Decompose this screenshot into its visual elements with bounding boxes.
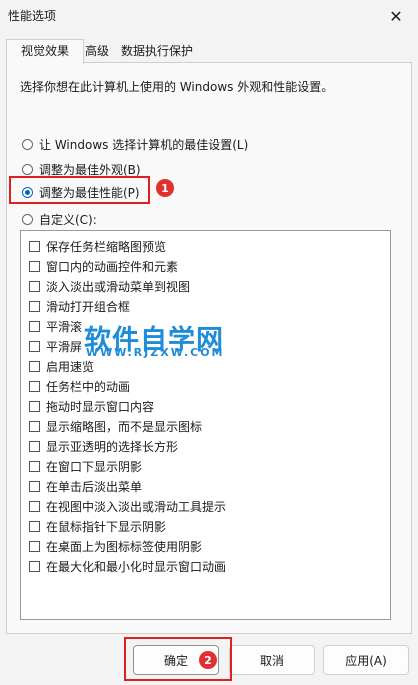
list-item[interactable]: 在最大化和最小化时显示窗口动画: [29, 557, 226, 575]
title-bar: 性能选项 ✕: [0, 0, 418, 32]
annotation-highlight-best-performance: [9, 176, 150, 204]
tab-visual-effects[interactable]: 视觉效果: [6, 39, 84, 64]
list-item[interactable]: 显示亚透明的选择长方形: [29, 437, 178, 455]
checkbox[interactable]: [29, 500, 40, 512]
effects-list[interactable]: 保存任务栏缩略图预览 窗口内的动画控件和元素 淡入淡出或滑动菜单到视图 滑动打开…: [20, 230, 391, 620]
list-item[interactable]: 淡入淡出或滑动菜单到视图: [29, 277, 190, 295]
checkbox[interactable]: [29, 420, 40, 432]
checkbox[interactable]: [29, 320, 40, 332]
close-button[interactable]: ✕: [374, 0, 418, 32]
list-item-label: 任务栏中的动画: [46, 379, 131, 394]
list-item[interactable]: 在视图中淡入淡出或滑动工具提示: [29, 497, 226, 515]
checkbox[interactable]: [29, 360, 40, 372]
list-item-label: 在最大化和最小化时显示窗口动画: [46, 559, 227, 574]
list-item-label: 窗口内的动画控件和元素: [46, 259, 179, 274]
checkbox[interactable]: [29, 260, 40, 272]
radio-custom[interactable]: 自定义(C):: [22, 211, 97, 228]
radio-label: 让 Windows 选择计算机的最佳设置(L): [39, 138, 249, 152]
list-item[interactable]: 显示缩略图，而不是显示图标: [29, 417, 202, 435]
list-item[interactable]: 平滑滚: [29, 317, 82, 335]
radio-label: 自定义(C):: [39, 213, 97, 227]
radio-button[interactable]: [22, 214, 33, 225]
list-item-label: 在视图中淡入淡出或滑动工具提示: [46, 499, 227, 514]
cancel-button[interactable]: 取消: [229, 645, 315, 675]
list-item[interactable]: 窗口内的动画控件和元素: [29, 257, 178, 275]
list-item[interactable]: 启用速览: [29, 357, 94, 375]
list-item[interactable]: 保存任务栏缩略图预览: [29, 237, 166, 255]
close-icon: ✕: [389, 6, 403, 26]
apply-label: 应用(A): [345, 653, 387, 668]
cancel-label: 取消: [259, 653, 284, 668]
list-item[interactable]: 拖动时显示窗口内容: [29, 397, 154, 415]
annotation-badge-2: 2: [199, 651, 217, 669]
watermark-url: WWW.RJZXW.COM: [86, 346, 225, 359]
checkbox[interactable]: [29, 380, 40, 392]
list-item-label: 拖动时显示窗口内容: [46, 399, 155, 414]
tab-dep[interactable]: 数据执行保护: [115, 40, 199, 62]
radio-let-windows-choose[interactable]: 让 Windows 选择计算机的最佳设置(L): [22, 136, 248, 153]
list-item-label: 滑动打开组合框: [46, 299, 131, 314]
list-item[interactable]: 任务栏中的动画: [29, 377, 130, 395]
checkbox[interactable]: [29, 560, 40, 572]
list-item-label: 启用速览: [46, 359, 95, 374]
list-item-label: 显示缩略图，而不是显示图标: [46, 419, 203, 434]
list-item-label: 在桌面上为图标标签使用阴影: [46, 539, 203, 554]
checkbox[interactable]: [29, 520, 40, 532]
checkbox[interactable]: [29, 240, 40, 252]
list-item-label: 平滑滚: [46, 319, 83, 334]
annotation-badge-1: 1: [156, 179, 174, 197]
list-item[interactable]: 平滑屏: [29, 337, 82, 355]
checkbox[interactable]: [29, 540, 40, 552]
list-item-label: 在鼠标指针下显示阴影: [46, 519, 167, 534]
list-item-label: 平滑屏: [46, 339, 83, 354]
checkbox[interactable]: [29, 280, 40, 292]
checkbox[interactable]: [29, 400, 40, 412]
list-item-label: 在单击后淡出菜单: [46, 479, 143, 494]
checkbox[interactable]: [29, 440, 40, 452]
radio-button[interactable]: [22, 139, 33, 150]
description-text: 选择你想在此计算机上使用的 Windows 外观和性能设置。: [20, 80, 334, 94]
list-item-label: 淡入淡出或滑动菜单到视图: [46, 279, 191, 294]
window-title: 性能选项: [8, 9, 57, 23]
list-item-label: 保存任务栏缩略图预览: [46, 239, 167, 254]
list-item[interactable]: 在单击后淡出菜单: [29, 477, 142, 495]
checkbox[interactable]: [29, 300, 40, 312]
checkbox[interactable]: [29, 340, 40, 352]
list-item[interactable]: 在窗口下显示阴影: [29, 457, 142, 475]
apply-button[interactable]: 应用(A): [323, 645, 409, 675]
list-item[interactable]: 在鼠标指针下显示阴影: [29, 517, 166, 535]
tab-advanced[interactable]: 高级: [79, 40, 115, 62]
radio-button[interactable]: [22, 164, 33, 175]
list-item-label: 显示亚透明的选择长方形: [46, 439, 179, 454]
checkbox[interactable]: [29, 460, 40, 472]
list-item[interactable]: 滑动打开组合框: [29, 297, 130, 315]
list-item-label: 在窗口下显示阴影: [46, 459, 143, 474]
list-item[interactable]: 在桌面上为图标标签使用阴影: [29, 537, 202, 555]
checkbox[interactable]: [29, 480, 40, 492]
